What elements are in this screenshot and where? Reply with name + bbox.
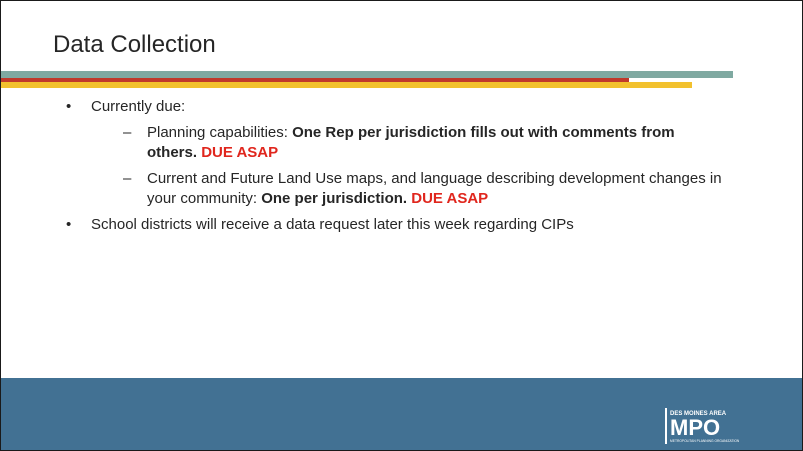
sub-bullet-item: – Current and Future Land Use maps, and … (91, 169, 727, 209)
slide-title: Data Collection (53, 31, 216, 58)
title-underline-teal (1, 71, 733, 78)
mpo-logo: DES MOINES AREA MPO METROPOLITAN PLANNIN… (665, 408, 740, 444)
dash-icon: – (123, 124, 132, 141)
bullet-text: Currently due: (91, 98, 186, 115)
due-label: DUE ASAP (411, 190, 489, 207)
bullet-dot-icon: • (66, 98, 72, 115)
sub-bullet-text: Planning capabilities: (147, 124, 293, 141)
due-label: DUE ASAP (201, 144, 279, 161)
dash-icon: – (123, 170, 132, 187)
slide: Data Collection • Currently due: – Plann… (0, 0, 803, 451)
bullet-text: School districts will receive a data req… (91, 216, 574, 233)
logo-main-text: MPO (670, 415, 720, 440)
sub-bullet-item: – Planning capabilities: One Rep per jur… (91, 123, 727, 163)
title-underline-gold (1, 82, 692, 88)
slide-body: • Currently due: – Planning capabilities… (66, 97, 776, 241)
sub-bullet-bold: One per jurisdiction. (261, 190, 408, 207)
bullet-item: • School districts will receive a data r… (66, 215, 776, 235)
bullet-dot-icon: • (66, 216, 72, 233)
bullet-item: • Currently due: – Planning capabilities… (66, 97, 776, 209)
logo-bottom-text: METROPOLITAN PLANNING ORGANIZATION (670, 439, 740, 443)
